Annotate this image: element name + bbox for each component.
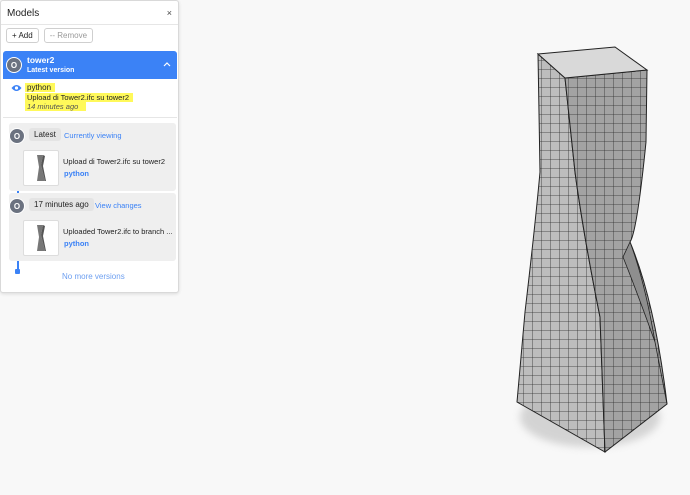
tower-model[interactable] — [505, 42, 675, 477]
remove-button[interactable]: -- Remove — [43, 28, 94, 43]
currently-viewing-link[interactable]: Currently viewing — [64, 131, 122, 140]
version-item[interactable]: O 17 minutes ago View changes Uploaded T… — [9, 193, 176, 261]
panel-title: Models — [7, 8, 40, 19]
version-item[interactable]: O Latest Currently viewing Upload di Tow… — [9, 123, 176, 191]
current-author: python — [25, 83, 56, 92]
avatar: O — [9, 198, 25, 214]
version-message: Uploaded Tower2.ifc to branch ... — [63, 227, 173, 236]
model-name: tower2 — [27, 55, 55, 65]
current-version[interactable]: python Upload di Tower2.ifc su tower2 14… — [3, 79, 177, 118]
chevron-up-icon[interactable] — [163, 59, 171, 69]
version-tag: Latest — [29, 128, 61, 141]
model-card[interactable]: O tower2 Latest version — [3, 51, 177, 79]
avatar: O — [6, 57, 22, 73]
panel-header: Models × — [1, 1, 178, 25]
version-tag: 17 minutes ago — [29, 198, 94, 211]
timeline-end-marker — [15, 269, 20, 274]
model-version-label: Latest version — [27, 67, 75, 74]
version-author: python — [64, 169, 89, 178]
current-time: 14 minutes ago — [25, 102, 87, 111]
models-panel: Models × + Add -- Remove O tower2 Latest… — [0, 0, 179, 293]
version-message: Upload di Tower2.ifc su tower2 — [63, 157, 165, 166]
model-viewport[interactable] — [505, 42, 675, 477]
add-button[interactable]: + Add — [6, 28, 39, 43]
current-message: Upload di Tower2.ifc su tower2 — [25, 93, 133, 102]
version-thumbnail[interactable] — [23, 150, 59, 186]
avatar: O — [9, 128, 25, 144]
version-author: python — [64, 239, 89, 248]
version-thumbnail[interactable] — [23, 220, 59, 256]
close-icon[interactable]: × — [167, 8, 172, 18]
toolbar: + Add -- Remove — [6, 28, 94, 44]
view-changes-link[interactable]: View changes — [95, 201, 142, 210]
eye-icon[interactable] — [11, 84, 22, 92]
no-more-versions: No more versions — [62, 272, 125, 281]
